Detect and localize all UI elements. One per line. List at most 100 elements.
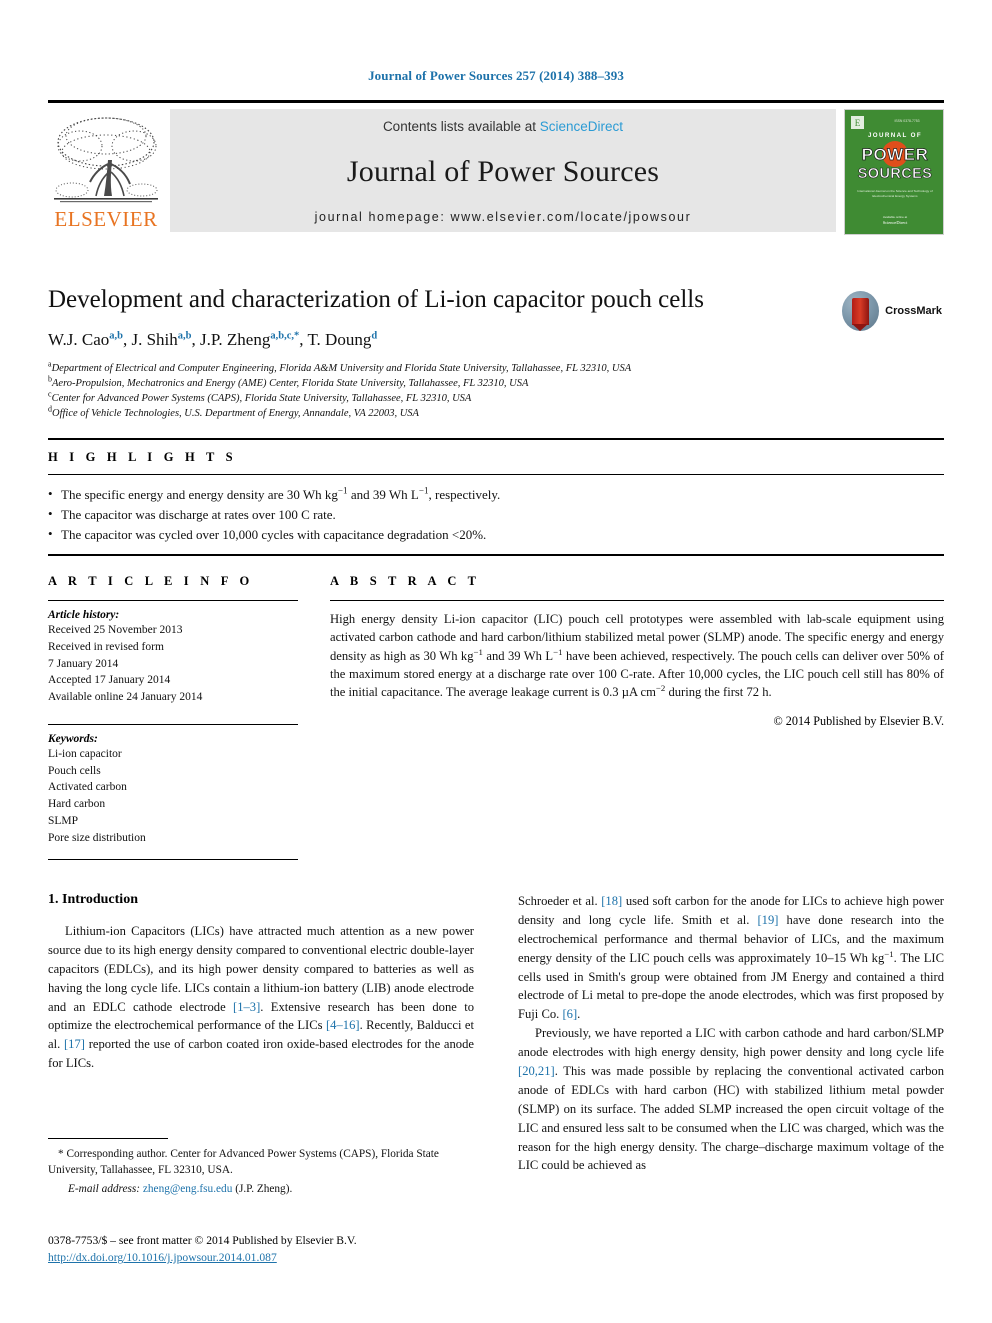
abstract-rule bbox=[330, 600, 944, 601]
colophon: 0378-7753/$ – see front matter © 2014 Pu… bbox=[48, 1232, 548, 1267]
body-column-left: 1. Introduction Lithium-ion Capacitors (… bbox=[48, 892, 474, 1175]
svg-text:POWER: POWER bbox=[862, 145, 929, 164]
keyword-item: Activated carbon bbox=[48, 781, 127, 794]
author-list: W.J. Caoa,b, J. Shiha,b, J.P. Zhenga,b,c… bbox=[48, 330, 378, 349]
highlight-item: The capacitor was cycled over 10,000 cyc… bbox=[48, 524, 944, 545]
citation-ref[interactable]: [19] bbox=[757, 913, 778, 927]
sciencedirect-link[interactable]: ScienceDirect bbox=[540, 119, 623, 134]
journal-title: Journal of Power Sources bbox=[346, 155, 660, 188]
journal-homepage-link[interactable]: journal homepage: www.elsevier.com/locat… bbox=[315, 210, 692, 224]
highlights-bottom-rule bbox=[48, 554, 944, 557]
highlight-item: The specific energy and energy density a… bbox=[48, 484, 944, 505]
body-columns: 1. Introduction Lithium-ion Capacitors (… bbox=[48, 892, 944, 1175]
highlights-section: H I G H L I G H T S The specific energy … bbox=[48, 438, 944, 557]
contents-prefix-text: Contents lists available at bbox=[382, 119, 540, 134]
keywords-block: Keywords: Li-ion capacitor Pouch cells Act… bbox=[48, 716, 298, 847]
page-title: Development and characterization of Li-i… bbox=[48, 286, 704, 313]
keyword-item: Pouch cells bbox=[48, 764, 101, 777]
article-history-title: Article history: bbox=[48, 609, 120, 621]
svg-text:ScienceDirect: ScienceDirect bbox=[883, 220, 908, 225]
article-history-item: Available online 24 January 2014 bbox=[48, 691, 203, 704]
elsevier-logo: ELSEVIER bbox=[48, 109, 164, 232]
abstract-label: A B S T R A C T bbox=[330, 574, 481, 588]
svg-text:SOURCES: SOURCES bbox=[858, 166, 933, 182]
contents-banner: Contents lists available at ScienceDirec… bbox=[170, 109, 836, 232]
keyword-item: Pore size distribution bbox=[48, 831, 146, 844]
author-affiliation-marks: a,b,c,* bbox=[270, 330, 300, 342]
svg-text:Electrochemical Energy Systems: Electrochemical Energy Systems bbox=[872, 194, 918, 198]
citation-ref[interactable]: [1–3] bbox=[233, 1000, 260, 1014]
corresponding-author-text: * Corresponding author. Center for Advan… bbox=[48, 1148, 439, 1177]
abstract-copyright: © 2014 Published by Elsevier B.V. bbox=[773, 713, 944, 728]
author-name: J.P. Zhenga,b,c,* bbox=[199, 330, 300, 349]
keywords-rule bbox=[48, 723, 298, 725]
intro-paragraphs-right: Schroeder et al. [18] used soft carbon f… bbox=[518, 892, 944, 1175]
keywords-bottom-rule bbox=[48, 858, 298, 860]
corresponding-author-footnote: * Corresponding author. Center for Advan… bbox=[48, 1138, 474, 1197]
email-address-line: E-mail address: zheng@eng.fsu.edu (J.P. … bbox=[48, 1181, 474, 1197]
author-affiliation-marks: d bbox=[371, 330, 378, 342]
body-column-right: Schroeder et al. [18] used soft carbon f… bbox=[518, 892, 944, 1175]
info-abstract-row: A R T I C L E I N F O Article history: R… bbox=[48, 566, 944, 860]
citation-ref[interactable]: [6] bbox=[562, 1007, 577, 1021]
article-info-column: A R T I C L E I N F O Article history: R… bbox=[48, 566, 320, 860]
affiliation-item: bAero-Propulsion, Mechatronics and Energ… bbox=[48, 374, 529, 389]
author-affiliation-marks: a,b bbox=[177, 330, 192, 342]
crossmark-badge[interactable]: CrossMark bbox=[842, 288, 942, 334]
elsevier-wordmark: ELSEVIER bbox=[54, 207, 158, 231]
abstract-text: High energy density Li-ion capacitor (LI… bbox=[330, 612, 944, 699]
citation-ref[interactable]: [4–16] bbox=[326, 1018, 360, 1032]
crossmark-label: CrossMark bbox=[885, 305, 942, 317]
journal-cover-thumbnail: E ISSN 0378-7753 JOURNAL OF POWER SOURCE… bbox=[844, 109, 944, 235]
author-affiliation-marks: a,b bbox=[109, 330, 123, 342]
author-name: T. Doungd bbox=[307, 330, 378, 349]
highlights-label: H I G H L I G H T S bbox=[48, 450, 237, 464]
highlights-list: The specific energy and energy density a… bbox=[48, 484, 944, 554]
svg-text:ISSN 0378-7753: ISSN 0378-7753 bbox=[894, 119, 919, 123]
body-paragraph: Previously, we have reported a LIC with … bbox=[518, 1026, 944, 1173]
body-paragraph: Schroeder et al. [18] used soft carbon f… bbox=[518, 894, 944, 1022]
email-owner: (J.P. Zheng). bbox=[235, 1182, 293, 1195]
intro-paragraphs-left: Lithium-ion Capacitors (LICs) have attra… bbox=[48, 922, 474, 1073]
issn-line: 0378-7753/$ – see front matter © 2014 Pu… bbox=[48, 1234, 357, 1247]
citation-ref[interactable]: [17] bbox=[64, 1037, 85, 1051]
citation-ref[interactable]: [20,21] bbox=[518, 1064, 555, 1078]
keywords-list: Li-ion capacitor Pouch cells Activated car… bbox=[48, 746, 298, 847]
section-heading-introduction: 1. Introduction bbox=[48, 892, 138, 907]
article-history-item: Accepted 17 January 2014 bbox=[48, 674, 171, 687]
author-name: W.J. Caoa,b bbox=[48, 330, 123, 349]
affiliation-item: cCenter for Advanced Power Systems (CAPS… bbox=[48, 389, 472, 404]
svg-text:Available online at: Available online at bbox=[883, 215, 907, 219]
journal-article-page: Journal of Power Sources 257 (2014) 388–… bbox=[0, 0, 992, 1323]
email-link[interactable]: zheng@eng.fsu.edu bbox=[143, 1183, 232, 1195]
crossmark-book-shape bbox=[852, 297, 870, 331]
article-title-block: Development and characterization of Li-i… bbox=[48, 286, 944, 422]
article-history-list: Received 25 November 2013 Received in rev… bbox=[48, 622, 298, 706]
journal-masthead: ELSEVIER Contents lists available at Sci… bbox=[48, 100, 944, 235]
affiliation-item: dOffice of Vehicle Technologies, U.S. De… bbox=[48, 404, 419, 419]
contents-available-line: Contents lists available at ScienceDirec… bbox=[383, 119, 623, 134]
crossmark-icon bbox=[842, 291, 880, 331]
affiliation-item: aDepartment of Electrical and Computer E… bbox=[48, 359, 632, 374]
highlights-mid-rule bbox=[48, 474, 944, 475]
running-head: Journal of Power Sources 257 (2014) 388–… bbox=[368, 68, 624, 83]
article-history-item: 7 January 2014 bbox=[48, 657, 119, 670]
email-address-label: E-mail address: bbox=[68, 1182, 141, 1195]
keyword-item: Hard carbon bbox=[48, 798, 106, 811]
abstract-column: A B S T R A C T High energy density Li-i… bbox=[320, 566, 944, 860]
svg-text:JOURNAL OF: JOURNAL OF bbox=[868, 132, 922, 139]
keywords-title: Keywords: bbox=[48, 732, 98, 745]
footnote-rule bbox=[48, 1138, 168, 1139]
article-history-item: Received 25 November 2013 bbox=[48, 624, 183, 636]
citation-ref[interactable]: [18] bbox=[601, 894, 622, 908]
doi-link[interactable]: http://dx.doi.org/10.1016/j.jpowsour.201… bbox=[48, 1249, 548, 1266]
keyword-item: SLMP bbox=[48, 815, 79, 828]
keyword-item: Li-ion capacitor bbox=[48, 747, 122, 760]
article-history-item: Received in revised form bbox=[48, 640, 164, 653]
elsevier-tree-icon bbox=[50, 112, 162, 208]
body-paragraph: Lithium-ion Capacitors (LICs) have attra… bbox=[48, 924, 474, 1071]
author-name: J. Shiha,b bbox=[131, 330, 192, 349]
affiliation-list: aDepartment of Electrical and Computer E… bbox=[48, 359, 944, 422]
article-info-label: A R T I C L E I N F O bbox=[48, 574, 254, 588]
article-info-rule bbox=[48, 600, 298, 601]
